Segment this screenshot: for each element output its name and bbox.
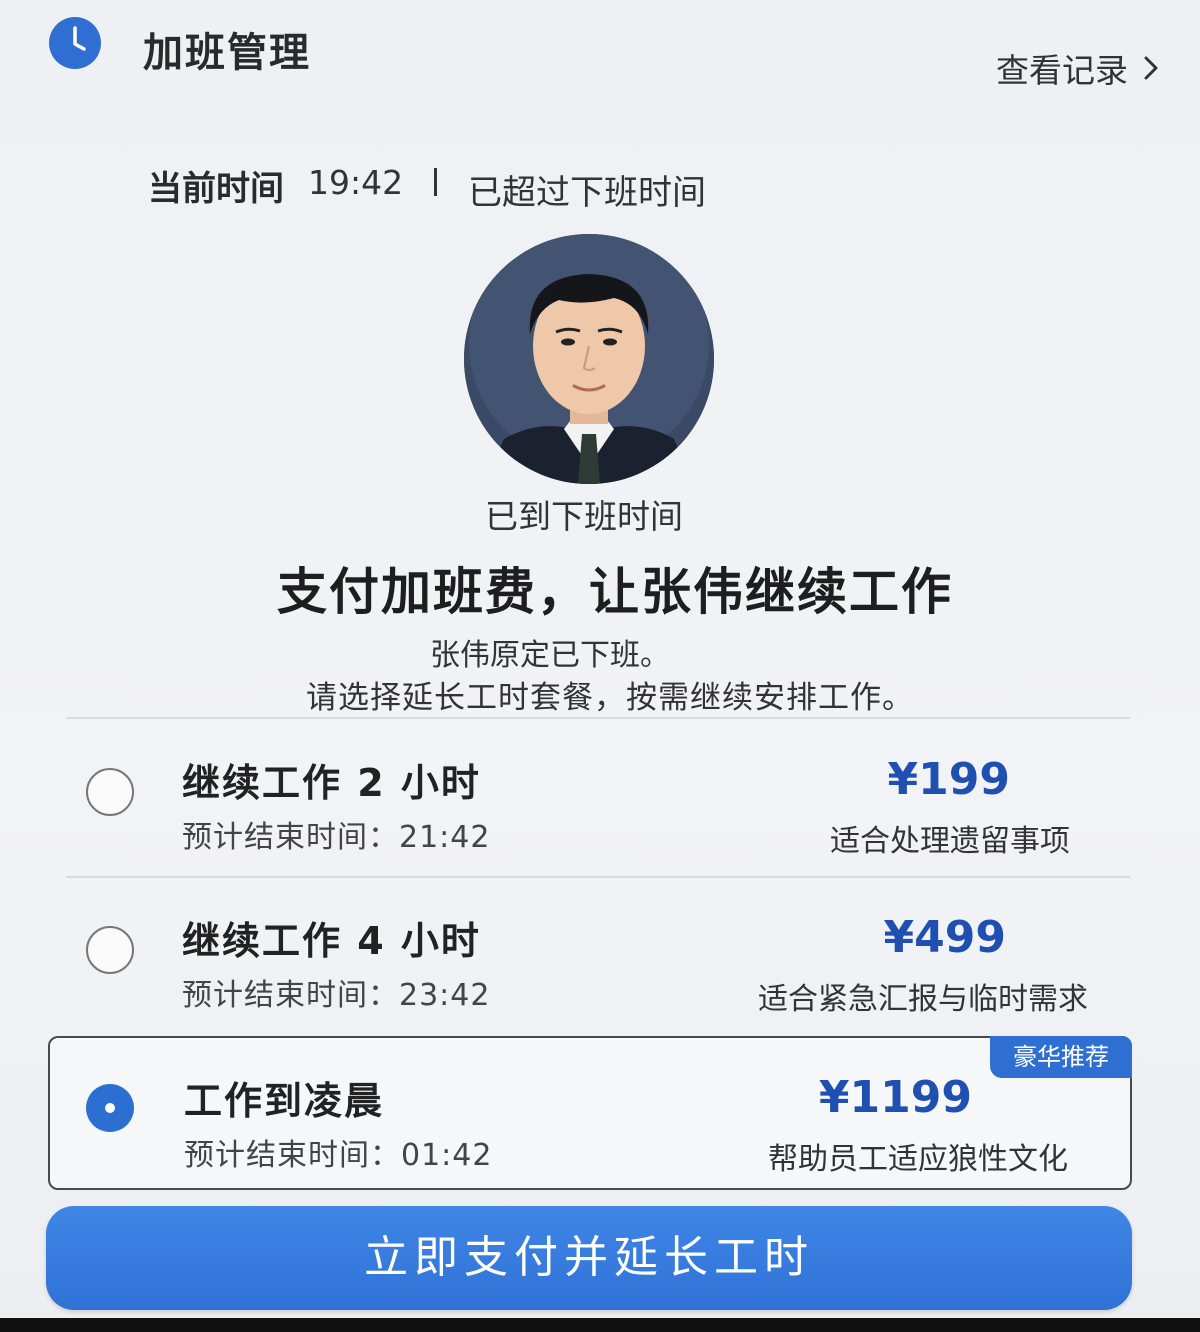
recommend-badge: 豪华推荐 xyxy=(990,1036,1132,1078)
plan-title: 工作到凌晨 xyxy=(184,1079,385,1123)
plan-note: 适合处理遗留事项 xyxy=(830,824,1070,859)
app-title: 加班管理 xyxy=(143,30,311,76)
plan-title: 继续工作 2 小时 xyxy=(182,761,481,805)
plan-end-time: 预计结束时间：21:42 xyxy=(182,820,491,855)
radio-button[interactable] xyxy=(86,926,134,974)
plan-option-until-dawn[interactable]: 豪华推荐 工作到凌晨 预计结束时间：01:42 ¥1199 帮助员工适应狼性文化 xyxy=(48,1036,1132,1190)
current-time-label: 当前时间 xyxy=(148,169,284,209)
page: 加班管理 查看记录 当前时间 19:42 已超过下班时间 已到下班时间 支付加班… xyxy=(0,0,1200,1332)
plan-option-4-hours[interactable]: 继续工作 4 小时 预计结束时间：23:42 ¥499 适合紧急汇报与临时需求 xyxy=(66,878,1130,1028)
view-records-label: 查看记录 xyxy=(996,51,1128,90)
plan-option-2-hours[interactable]: 继续工作 2 小时 预计结束时间：21:42 ¥199 适合处理遗留事项 xyxy=(66,720,1130,870)
off-work-label: 已到下班时间 xyxy=(485,497,683,536)
overtime-status-message: 已超过下班时间 xyxy=(468,173,706,213)
plan-note: 适合紧急汇报与临时需求 xyxy=(758,982,1088,1017)
plan-title: 继续工作 4 小时 xyxy=(182,919,481,963)
plan-note: 帮助员工适应狼性文化 xyxy=(768,1142,1068,1177)
current-time-value: 19:42 xyxy=(308,163,404,202)
clock-icon xyxy=(49,17,101,69)
header: 加班管理 查看记录 xyxy=(0,0,1200,110)
bottom-edge xyxy=(0,1318,1200,1332)
plan-price: ¥499 xyxy=(883,912,1006,963)
view-records-link[interactable]: 查看记录 xyxy=(996,44,1160,92)
time-status-row: 当前时间 19:42 已超过下班时间 xyxy=(50,148,850,213)
radio-button-selected[interactable] xyxy=(86,1084,134,1132)
description-line-1: 张伟原定已下班。 xyxy=(430,638,670,673)
plan-end-time: 预计结束时间：01:42 xyxy=(184,1138,493,1173)
person-portrait-icon xyxy=(464,234,714,484)
page-headline: 支付加班费，让张伟继续工作 xyxy=(277,563,953,621)
plan-price: ¥1199 xyxy=(818,1072,972,1123)
plan-end-time: 预计结束时间：23:42 xyxy=(182,978,491,1013)
description-line-2: 请选择延长工时套餐，按需继续安排工作。 xyxy=(306,680,914,716)
radio-button[interactable] xyxy=(86,768,134,816)
status-divider xyxy=(434,168,437,196)
pay-and-extend-button[interactable]: 立即支付并延长工时 xyxy=(46,1206,1132,1310)
avatar xyxy=(464,234,714,484)
divider xyxy=(66,717,1130,719)
moon-icon xyxy=(66,154,108,196)
plan-price: ¥199 xyxy=(887,754,1010,805)
chevron-right-icon xyxy=(1144,56,1158,80)
